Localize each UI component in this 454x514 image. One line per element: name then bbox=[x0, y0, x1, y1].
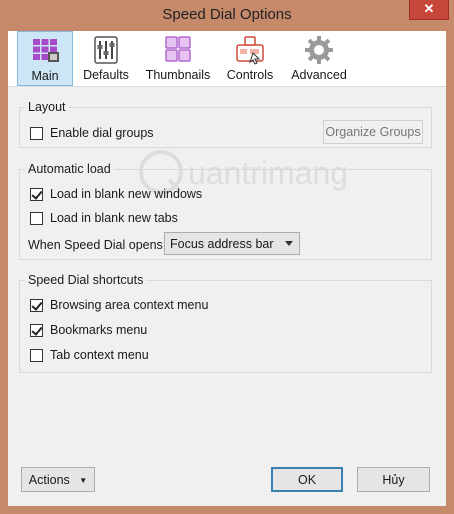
chevron-down-icon bbox=[285, 241, 293, 246]
close-icon: ✕ bbox=[423, 1, 435, 16]
actions-label: Actions bbox=[28, 472, 70, 487]
tab-controls[interactable]: Controls bbox=[221, 31, 279, 86]
tab-main-label: Main bbox=[31, 69, 59, 83]
dropdown-arrow-icon: ▼ bbox=[79, 475, 88, 485]
tab-main[interactable]: Main bbox=[17, 31, 73, 86]
shortcuts-legend: Speed Dial shortcuts bbox=[28, 273, 144, 287]
load-blank-windows-label: Load in blank new windows bbox=[50, 187, 203, 201]
bookmarks-menu-label: Bookmarks menu bbox=[50, 323, 148, 337]
browsing-area-menu-label: Browsing area context menu bbox=[50, 298, 209, 312]
tab-thumbnails[interactable]: Thumbnails bbox=[142, 31, 214, 86]
speed-dial-opens-label: When Speed Dial opens: bbox=[28, 236, 166, 254]
title-bar[interactable]: Speed Dial Options ✕ bbox=[0, 0, 454, 31]
tab-controls-label: Controls bbox=[226, 68, 274, 82]
speed-dial-opens-text: When Speed Dial opens: bbox=[28, 238, 167, 252]
load-blank-tabs-box[interactable] bbox=[30, 211, 43, 225]
close-button[interactable]: ✕ bbox=[409, 0, 449, 20]
load-blank-windows-checkbox[interactable]: Load in blank new windows bbox=[30, 185, 202, 203]
browsing-area-menu-checkbox[interactable]: Browsing area context menu bbox=[30, 296, 208, 314]
bookmarks-menu-box[interactable] bbox=[30, 323, 43, 337]
tab-toolbar: Main Defaults Thumbnails Controls Advanc… bbox=[8, 31, 446, 87]
enable-dial-groups-label: Enable dial groups bbox=[50, 126, 154, 140]
tab-thumbnails-label: Thumbnails bbox=[145, 68, 211, 82]
speed-dial-opens-select[interactable]: Focus address bar bbox=[164, 232, 300, 255]
grid-icon bbox=[33, 39, 59, 62]
speed-dial-opens-value: Focus address bar bbox=[170, 236, 274, 251]
tab-context-menu-checkbox[interactable]: Tab context menu bbox=[30, 346, 149, 364]
ok-button[interactable]: OK bbox=[271, 467, 343, 492]
tab-context-menu-label: Tab context menu bbox=[50, 348, 149, 362]
options-panel: uantrimang Layout Enable dial groups Org… bbox=[8, 87, 446, 506]
cancel-button[interactable]: Hủy bbox=[357, 467, 430, 492]
browsing-area-menu-box[interactable] bbox=[30, 298, 43, 312]
tab-defaults[interactable]: Defaults bbox=[78, 31, 134, 86]
enable-dial-groups-box[interactable] bbox=[30, 126, 43, 140]
bookmarks-menu-checkbox[interactable]: Bookmarks menu bbox=[30, 321, 147, 339]
actions-button[interactable]: Actions ▼ bbox=[21, 467, 95, 492]
tab-advanced[interactable]: Advanced bbox=[287, 31, 351, 86]
tab-context-menu-box[interactable] bbox=[30, 348, 43, 362]
controls-icon bbox=[236, 36, 264, 65]
thumbnails-icon bbox=[165, 36, 191, 62]
organize-groups-button[interactable]: Organize Groups bbox=[323, 120, 423, 144]
dialog-window: Speed Dial Options ✕ Main Defaults Thumb… bbox=[0, 0, 454, 514]
gear-icon bbox=[305, 36, 333, 64]
sliders-icon bbox=[94, 36, 118, 64]
window-title: Speed Dial Options bbox=[162, 6, 292, 23]
load-blank-windows-box[interactable] bbox=[30, 187, 43, 201]
tab-advanced-label: Advanced bbox=[291, 68, 347, 82]
layout-legend: Layout bbox=[28, 100, 66, 114]
load-blank-tabs-label: Load in blank new tabs bbox=[50, 211, 178, 225]
tab-defaults-label: Defaults bbox=[83, 68, 129, 82]
automatic-load-legend: Automatic load bbox=[28, 162, 111, 176]
load-blank-tabs-checkbox[interactable]: Load in blank new tabs bbox=[30, 209, 178, 227]
enable-dial-groups-checkbox[interactable]: Enable dial groups bbox=[30, 124, 154, 142]
